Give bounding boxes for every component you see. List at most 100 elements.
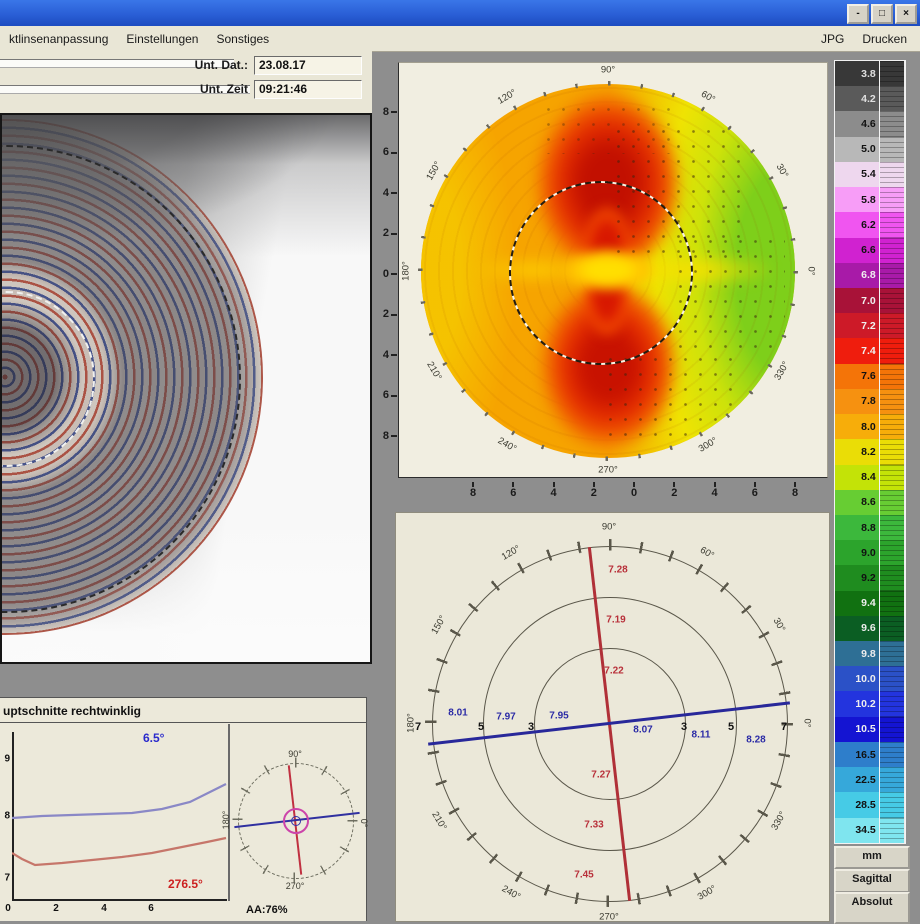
scale-band: 8.2 xyxy=(835,439,905,464)
minimize-button[interactable]: - xyxy=(847,4,869,24)
scale-band: 9.4 xyxy=(835,591,905,616)
radius-value-blue: 8.01 xyxy=(448,708,467,719)
scale-band: 8.6 xyxy=(835,490,905,515)
scale-band-value: 5.0 xyxy=(835,137,879,162)
topo-x-tick: 8 xyxy=(461,482,485,500)
scale-band-value: 4.6 xyxy=(835,111,879,136)
axis-number: 5 xyxy=(478,721,484,733)
angle-label: 240° xyxy=(500,883,523,902)
scale-band-swatch xyxy=(879,288,905,313)
scale-band-swatch xyxy=(879,414,905,439)
scale-band-value: 7.0 xyxy=(835,288,879,313)
scale-band: 22.5 xyxy=(835,767,905,792)
angle-label: 150° xyxy=(429,614,448,637)
scale-band-swatch xyxy=(879,137,905,162)
angle-label: 0° xyxy=(359,819,369,828)
scale-band-value: 9.4 xyxy=(835,591,879,616)
close-button[interactable]: × xyxy=(895,4,917,24)
x-tick-label: 6 xyxy=(146,903,156,914)
scale-band: 9.6 xyxy=(835,616,905,641)
topography-map-panel: 864202468 90°60°30°0°330°300°270°240°210… xyxy=(370,58,828,510)
exam-date-label: Unt. Dat.: xyxy=(148,58,248,72)
topo-x-tick: 6 xyxy=(501,482,525,500)
scale-band-value: 9.2 xyxy=(835,565,879,590)
angle-label: 90° xyxy=(602,522,616,533)
scale-band-swatch xyxy=(879,540,905,565)
scale-band-value: 10.5 xyxy=(835,717,879,742)
scale-band-value: 8.4 xyxy=(835,465,879,490)
scale-band-value: 4.2 xyxy=(835,86,879,111)
scale-mode-button[interactable]: Sagittal xyxy=(834,869,910,893)
close-icon: × xyxy=(903,9,909,19)
axis-compass: 90°180°0°270° xyxy=(238,763,352,877)
scale-band-swatch xyxy=(879,717,905,742)
scale-band-value: 8.8 xyxy=(835,515,879,540)
window-controls: - □ × xyxy=(847,4,917,24)
menu-item[interactable]: Einstellungen xyxy=(117,32,207,46)
restore-button[interactable]: □ xyxy=(871,4,893,24)
radius-value-red: 7.19 xyxy=(606,615,625,626)
topo-x-tick: 6 xyxy=(743,482,767,500)
scale-type-button[interactable]: Absolut xyxy=(834,892,910,924)
angle-label: 270° xyxy=(286,881,305,891)
scale-band-swatch xyxy=(879,515,905,540)
topo-x-tick: 2 xyxy=(582,482,606,500)
topo-y-tick: 6 xyxy=(370,147,397,159)
scale-band-swatch xyxy=(879,238,905,263)
angle-label: 330° xyxy=(769,810,788,833)
menu-item[interactable]: ktlinsenanpassung xyxy=(0,32,117,46)
title-divider xyxy=(0,722,366,723)
scale-band: 7.0 xyxy=(835,288,905,313)
radius-value-blue: 7.97 xyxy=(496,712,515,723)
topography-map: 90°60°30°0°330°300°270°240°210°180°150°1… xyxy=(398,62,828,478)
scale-band-swatch xyxy=(879,338,905,363)
scale-band-swatch xyxy=(879,792,905,817)
menu-action[interactable]: Drucken xyxy=(853,32,916,46)
topo-y-axis: 864202468 xyxy=(370,106,397,442)
scale-band-swatch xyxy=(879,742,905,767)
scale-band: 4.2 xyxy=(835,86,905,111)
menu-right-group: JPGDrucken xyxy=(812,26,916,51)
x-tick-label: 4 xyxy=(99,903,109,914)
scale-band-swatch xyxy=(879,767,905,792)
axis-number: 3 xyxy=(681,721,687,733)
exam-time-value[interactable]: 09:21:46 xyxy=(254,80,362,99)
scale-band: 9.8 xyxy=(835,641,905,666)
scale-band: 6.6 xyxy=(835,238,905,263)
topo-x-tick: 2 xyxy=(662,482,686,500)
scale-band-value: 5.4 xyxy=(835,162,879,187)
window-titlebar[interactable]: - □ × xyxy=(0,0,920,26)
angle-label: 270° xyxy=(598,465,618,476)
angle-label: 60° xyxy=(698,545,716,562)
axis-number: 5 xyxy=(728,721,734,733)
scale-unit-button[interactable]: mm xyxy=(834,846,910,869)
menu-item[interactable]: Sonstiges xyxy=(207,32,278,46)
scale-band-value: 7.4 xyxy=(835,338,879,363)
scale-band: 7.4 xyxy=(835,338,905,363)
angle-label: 270° xyxy=(599,912,619,923)
scale-band-value: 34.5 xyxy=(835,818,879,843)
scale-band-value: 8.2 xyxy=(835,439,879,464)
eye-camera-image xyxy=(0,113,372,664)
angle-label: 30° xyxy=(771,616,788,634)
steep-axis-angle-label: 276.5° xyxy=(168,877,203,891)
scale-band-value: 9.0 xyxy=(835,540,879,565)
exam-date-value[interactable]: 23.08.17 xyxy=(254,56,362,75)
angle-label: 180° xyxy=(401,261,412,281)
topo-x-tick: 4 xyxy=(542,482,566,500)
menu-action[interactable]: JPG xyxy=(812,32,853,46)
scale-band-swatch xyxy=(879,212,905,237)
flat-axis-angle-label: 6.5° xyxy=(143,731,164,745)
radius-value-blue: 8.11 xyxy=(692,730,711,741)
steep-meridian-curve xyxy=(12,838,226,865)
menu-bar: ktlinsenanpassungEinstellungenSonstiges … xyxy=(0,26,920,52)
topo-x-tick: 0 xyxy=(622,482,646,500)
scale-band-value: 6.2 xyxy=(835,212,879,237)
angle-label: 210° xyxy=(429,810,448,833)
scale-band: 34.5 xyxy=(835,818,905,843)
topo-x-tick: 8 xyxy=(783,482,807,500)
section-curves-chart xyxy=(12,726,228,902)
scale-band-value: 9.8 xyxy=(835,641,879,666)
color-scale-legend: 3.8 4.2 4.6 5.0 5.4 5.8 6.2 6.6 6.8 7. xyxy=(834,60,906,844)
scale-band: 7.6 xyxy=(835,364,905,389)
